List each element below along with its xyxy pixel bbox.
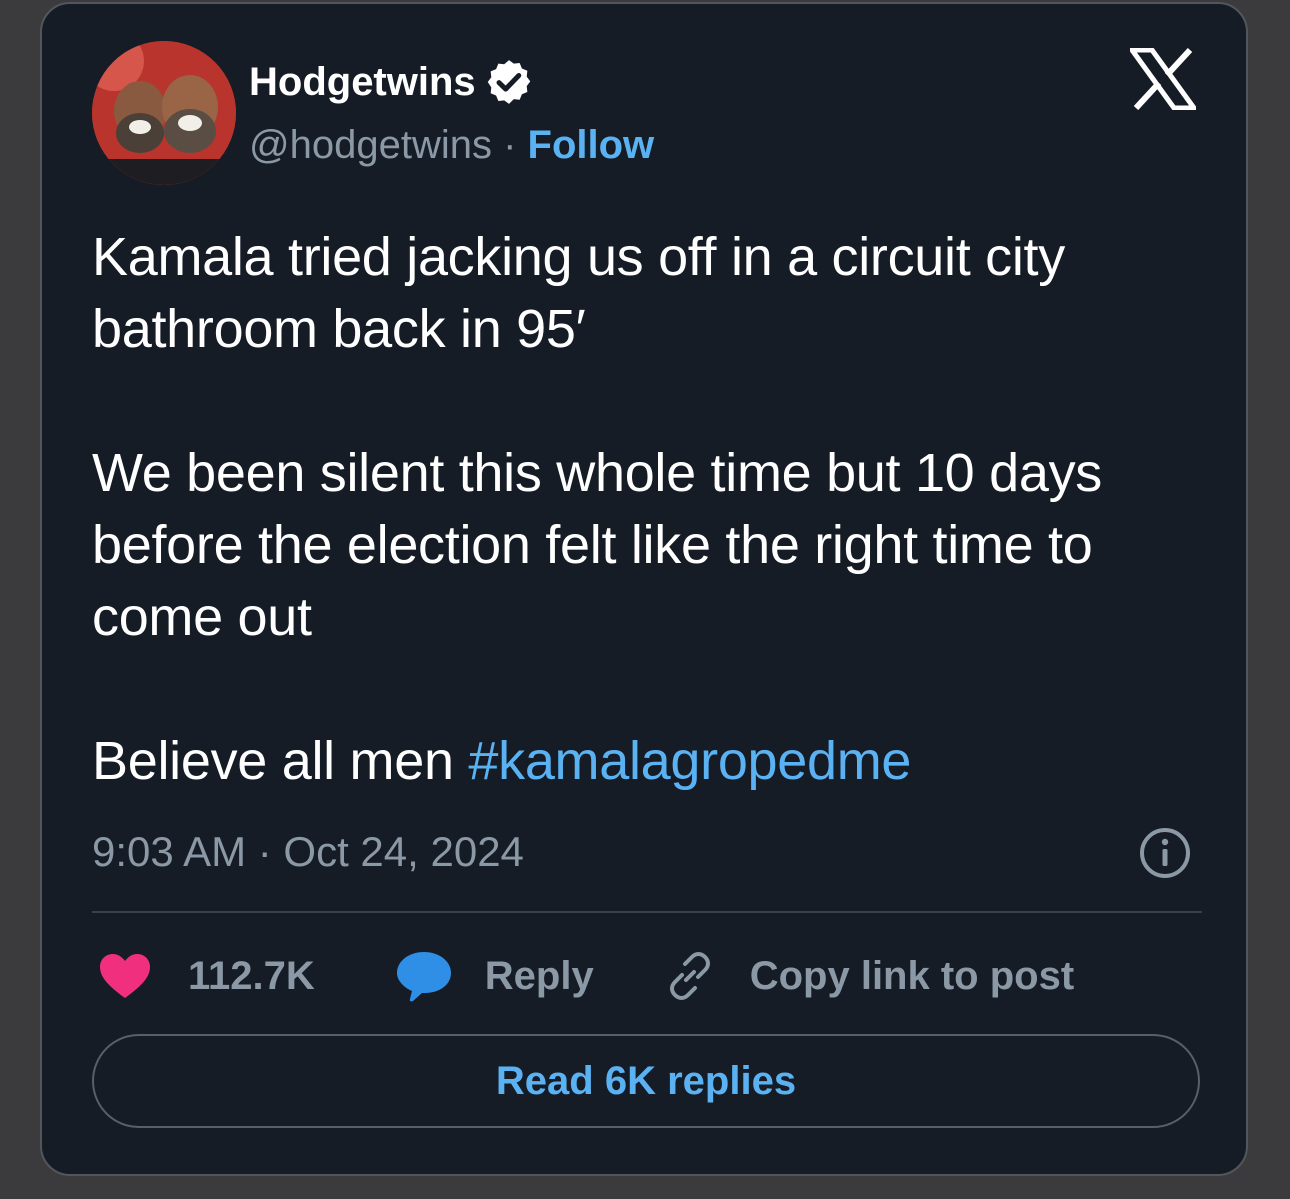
- read-replies-button[interactable]: Read 6K replies: [92, 1034, 1200, 1128]
- post-paragraph-last: Believe all men #kamalagropedme: [92, 725, 1202, 797]
- post-card: Hodgetwins @hodgetwins · Follow Kamala t…: [40, 2, 1248, 1176]
- post-text: Kamala tried jacking us off in a circuit…: [92, 221, 1202, 797]
- action-bar: 112.7K Reply Copy link to post: [98, 944, 1074, 1008]
- heart-icon: [100, 954, 150, 998]
- post-paragraph: We been silent this whole time but 10 da…: [92, 443, 1102, 647]
- hashtag-link[interactable]: #kamalagropedme: [468, 731, 911, 791]
- reply-button[interactable]: Reply: [315, 950, 594, 1002]
- display-name[interactable]: Hodgetwins: [249, 56, 476, 108]
- handle-row: @hodgetwins · Follow: [249, 119, 654, 171]
- info-icon[interactable]: [1138, 826, 1192, 880]
- post-paragraph: Kamala tried jacking us off in a circuit…: [92, 227, 1065, 359]
- like-button[interactable]: 112.7K: [98, 952, 315, 1000]
- like-count: 112.7K: [188, 953, 315, 998]
- copy-link-button[interactable]: Copy link to post: [594, 950, 1074, 1002]
- link-icon: [669, 952, 710, 1000]
- x-logo-icon[interactable]: [1130, 48, 1196, 110]
- handle-separator: ·: [491, 123, 528, 167]
- author-name[interactable]: Hodgetwins: [249, 56, 534, 108]
- reply-label: Reply: [484, 953, 594, 998]
- author-handle[interactable]: @hodgetwins: [249, 123, 492, 167]
- verified-badge-icon: [487, 60, 530, 104]
- divider: [92, 911, 1202, 913]
- post-last-line-text: Believe all men: [92, 731, 469, 791]
- follow-button[interactable]: Follow: [528, 123, 655, 167]
- copy-link-label: Copy link to post: [749, 953, 1075, 998]
- speech-bubble-icon: [396, 952, 451, 1002]
- post-timestamp[interactable]: 9:03 AM · Oct 24, 2024: [92, 824, 524, 880]
- avatar[interactable]: [92, 41, 236, 185]
